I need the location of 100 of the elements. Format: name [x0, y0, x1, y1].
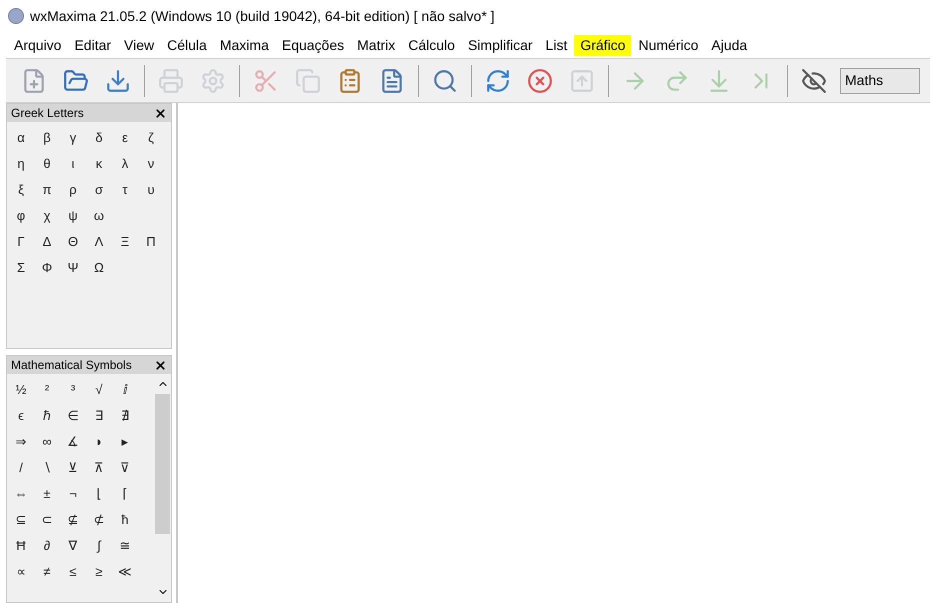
- symbol-button[interactable]: φ: [11, 205, 31, 226]
- menu-item[interactable]: Equações: [276, 34, 350, 56]
- symbol-button[interactable]: ϵ: [11, 405, 31, 426]
- symbol-button[interactable]: Π: [141, 231, 161, 252]
- symbol-button[interactable]: η: [11, 153, 31, 174]
- symbol-button[interactable]: α: [11, 127, 31, 148]
- symbol-button[interactable]: ∖: [37, 457, 57, 478]
- symbol-button[interactable]: ∃: [89, 405, 109, 426]
- menu-item[interactable]: Maxima: [214, 34, 275, 56]
- symbol-button[interactable]: ±: [37, 483, 57, 504]
- symbol-button[interactable]: σ: [89, 179, 109, 200]
- symbol-button[interactable]: ⌊: [89, 483, 109, 504]
- symbol-button[interactable]: ⊄: [89, 509, 109, 530]
- symbol-button[interactable]: √: [89, 379, 109, 400]
- symbol-button[interactable]: ½: [11, 379, 31, 400]
- folder-icon: [63, 68, 89, 94]
- symbol-button[interactable]: ℏ: [37, 405, 57, 426]
- symbol-button[interactable]: Ξ: [115, 231, 135, 252]
- scrollbar-thumb[interactable]: [155, 394, 170, 534]
- menu-item[interactable]: List: [540, 34, 574, 56]
- panel-title: Mathematical Symbols: [11, 357, 132, 374]
- settings-icon: [200, 68, 226, 94]
- symbol-button[interactable]: ν: [141, 153, 161, 174]
- symbol-button[interactable]: ε: [115, 127, 135, 148]
- symbol-button[interactable]: ≪: [115, 561, 135, 582]
- symbol-button[interactable]: ≥: [89, 561, 109, 582]
- symbol-button[interactable]: ∄: [115, 405, 135, 426]
- close-icon[interactable]: [154, 358, 167, 372]
- symbol-button[interactable]: ⌈: [115, 483, 135, 504]
- menu-item[interactable]: Célula: [161, 34, 213, 56]
- symbol-button[interactable]: ¬: [63, 483, 83, 504]
- symbol-button[interactable]: ⊼: [89, 457, 109, 478]
- symbol-button[interactable]: ⊆: [11, 509, 31, 530]
- symbol-button[interactable]: ◗: [89, 431, 109, 452]
- symbol-button[interactable]: Ħ: [11, 535, 31, 556]
- symbol-button[interactable]: ∇: [63, 535, 83, 556]
- symbol-button[interactable]: Θ: [63, 231, 83, 252]
- menu-item[interactable]: Ajuda: [705, 34, 754, 56]
- symbol-button[interactable]: ▸: [115, 431, 135, 452]
- symbol-button[interactable]: Δ: [37, 231, 57, 252]
- copy-icon: [295, 68, 321, 94]
- menu-item[interactable]: Arquivo: [8, 34, 68, 56]
- symbol-button[interactable]: ⇔: [11, 483, 31, 504]
- panel-title: Greek Letters: [11, 105, 84, 122]
- search-icon: [432, 68, 458, 94]
- symbol-button[interactable]: ⅈ: [115, 379, 135, 400]
- symbol-button[interactable]: ι: [63, 153, 83, 174]
- symbol-button[interactable]: Φ: [37, 257, 57, 278]
- menu-item[interactable]: Simplificar: [462, 34, 539, 56]
- symbol-button[interactable]: ≤: [63, 561, 83, 582]
- symbol-button[interactable]: δ: [89, 127, 109, 148]
- symbol-button[interactable]: ħ: [115, 509, 135, 530]
- symbol-button[interactable]: ρ: [63, 179, 83, 200]
- style-select[interactable]: Maths: [840, 68, 920, 94]
- symbol-button[interactable]: ⇒: [11, 431, 31, 452]
- symbol-button[interactable]: /: [11, 457, 31, 478]
- symbol-button[interactable]: ⊈: [63, 509, 83, 530]
- symbol-button[interactable]: ∝: [11, 561, 31, 582]
- symbol-button[interactable]: ⊻: [63, 457, 83, 478]
- symbol-button[interactable]: ⊽: [115, 457, 135, 478]
- symbol-button[interactable]: υ: [141, 179, 161, 200]
- symbol-button[interactable]: Ω: [89, 257, 109, 278]
- symbol-button[interactable]: Γ: [11, 231, 31, 252]
- symbol-button[interactable]: ∂: [37, 535, 57, 556]
- menu-item[interactable]: Gráfico: [574, 34, 632, 56]
- symbol-button[interactable]: ²: [37, 379, 57, 400]
- symbol-button[interactable]: ⊂: [37, 509, 57, 530]
- symbol-button[interactable]: ∞: [37, 431, 57, 452]
- symbol-button[interactable]: τ: [115, 179, 135, 200]
- menu-item[interactable]: Editar: [68, 34, 118, 56]
- menu-item[interactable]: Numérico: [632, 34, 704, 56]
- symbol-button[interactable]: ∫: [89, 535, 109, 556]
- symbol-button[interactable]: ≅: [115, 535, 135, 556]
- symbol-button[interactable]: Λ: [89, 231, 109, 252]
- menu-item[interactable]: Matrix: [351, 34, 402, 56]
- symbol-button[interactable]: ∈: [63, 405, 83, 426]
- menu-item[interactable]: Cálculo: [402, 34, 461, 56]
- symbol-button[interactable]: Σ: [11, 257, 31, 278]
- symbol-button[interactable]: θ: [37, 153, 57, 174]
- symbol-button[interactable]: ∡: [63, 431, 83, 452]
- window-title: wxMaxima 21.05.2 (Windows 10 (build 19042), 64-bit edition) [ não salvo* ]: [30, 6, 495, 26]
- symbol-button[interactable]: ξ: [11, 179, 31, 200]
- symbol-button[interactable]: β: [37, 127, 57, 148]
- symbol-button[interactable]: Ψ: [63, 257, 83, 278]
- close-icon[interactable]: [154, 106, 167, 120]
- symbol-button[interactable]: χ: [37, 205, 57, 226]
- symbol-button[interactable]: κ: [89, 153, 109, 174]
- symbol-button[interactable]: ω: [89, 205, 109, 226]
- menu-item[interactable]: View: [118, 34, 160, 56]
- symbol-button[interactable]: ζ: [141, 127, 161, 148]
- symbol-button[interactable]: ψ: [63, 205, 83, 226]
- refresh-icon: [485, 68, 511, 94]
- symbol-button[interactable]: λ: [115, 153, 135, 174]
- symbol-button[interactable]: γ: [63, 127, 83, 148]
- scissors-icon: [253, 68, 279, 94]
- download-tray-icon: [105, 68, 131, 94]
- symbol-button[interactable]: ³: [63, 379, 83, 400]
- symbol-button[interactable]: ≠: [37, 561, 57, 582]
- symbol-button[interactable]: π: [37, 179, 57, 200]
- app-logo-icon: [8, 8, 24, 24]
